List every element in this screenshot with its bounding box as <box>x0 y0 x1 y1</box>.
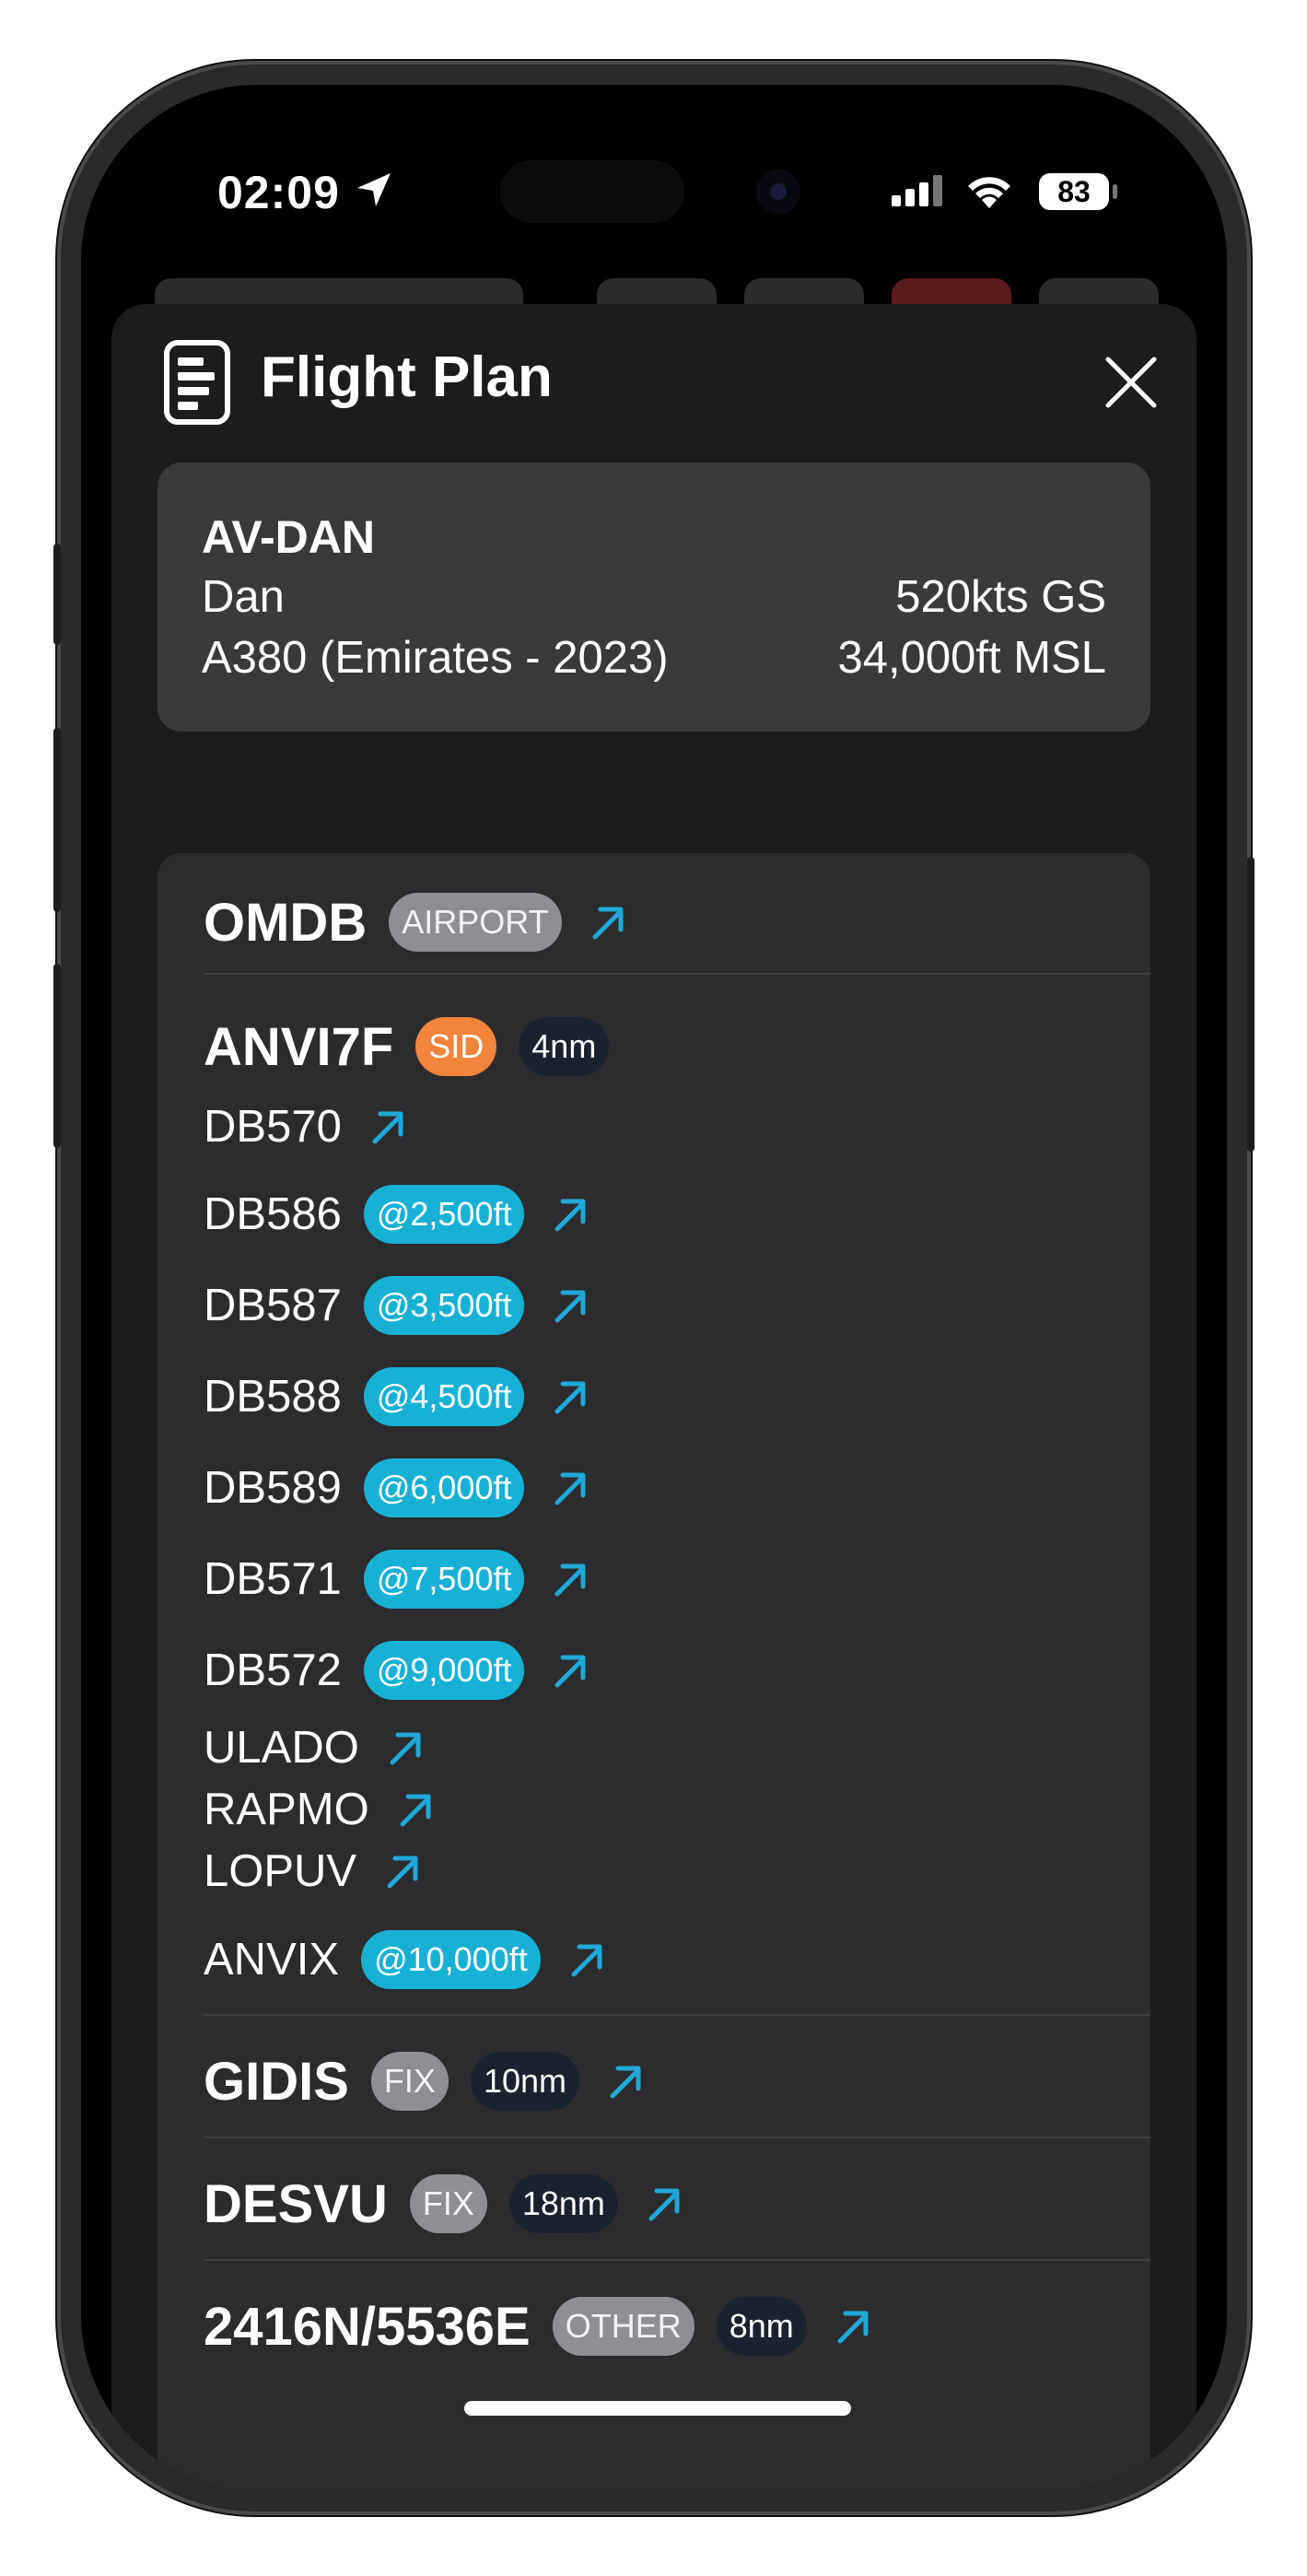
home-indicator[interactable] <box>464 2401 851 2416</box>
waypoint-row: DB588 @4,500ft <box>204 1360 590 1434</box>
route-item-fix: 2416N/5536E OTHER 8nm <box>204 2289 873 2363</box>
ground-speed: 520kts GS <box>895 572 1106 622</box>
waypoint-name: DB587 <box>204 1281 342 1330</box>
arrow-up-right-icon[interactable] <box>550 1376 590 1417</box>
cellular-signal-icon <box>892 175 942 206</box>
altitude-badge: @2,500ft <box>363 1185 525 1244</box>
altitude-badge: @3,500ft <box>363 1276 525 1335</box>
distance-badge: 4nm <box>519 1017 610 1076</box>
waypoint-row: DB589 @6,000ft <box>204 1451 590 1525</box>
waypoint-row: LOPUV <box>204 1834 423 1908</box>
sid-badge: SID <box>415 1017 497 1076</box>
waypoint-name: OMDB <box>204 892 368 953</box>
distance-badge: 10nm <box>470 2052 579 2111</box>
waypoint-row: DB572 @9,000ft <box>204 1633 590 1707</box>
dynamic-island <box>500 160 684 223</box>
type-badge: OTHER <box>552 2297 694 2356</box>
waypoint-row: ANVIX @10,000ft <box>204 1923 607 1996</box>
sheet-header: Flight Plan <box>111 304 1196 442</box>
divider <box>204 2259 1150 2261</box>
fix-name: GIDIS <box>204 2051 349 2112</box>
waypoint-name: DB570 <box>204 1102 342 1152</box>
arrow-up-right-icon[interactable] <box>385 1727 426 1768</box>
aircraft-row-1: Dan 520kts GS <box>202 571 1106 623</box>
status-bar: 02:09 83 <box>81 85 1227 297</box>
waypoint-name: ANVIX <box>204 1935 340 1985</box>
type-badge: FIX <box>409 2174 487 2233</box>
cruise-altitude: 34,000ft MSL <box>837 633 1106 683</box>
pilot-name: Dan <box>202 572 285 622</box>
arrow-up-right-icon[interactable] <box>550 1285 590 1326</box>
fix-name: 2416N/5536E <box>204 2296 531 2357</box>
altitude-badge: @6,000ft <box>363 1458 525 1517</box>
arrow-up-right-icon[interactable] <box>550 1559 590 1599</box>
arrow-up-right-icon[interactable] <box>550 1194 590 1235</box>
distance-badge: 8nm <box>716 2297 807 2356</box>
battery-indicator: 83 <box>1039 173 1109 210</box>
route-list: OMDB AIRPORT ANVI7F SID 4nm DB570 DB586 … <box>158 853 1150 2491</box>
waypoint-name: DB588 <box>204 1372 342 1422</box>
aircraft-registration: AV-DAN <box>202 511 375 563</box>
waypoint-row: DB570 <box>204 1090 408 1164</box>
waypoint-name: DB571 <box>204 1554 342 1604</box>
arrow-up-right-icon[interactable] <box>368 1107 408 1147</box>
aircraft-type: A380 (Emirates - 2023) <box>202 633 669 683</box>
route-item-procedure: ANVI7F SID 4nm <box>204 1010 610 1083</box>
divider <box>204 2137 1150 2138</box>
front-camera <box>756 170 800 214</box>
arrow-up-right-icon[interactable] <box>382 1851 423 1891</box>
close-button[interactable] <box>1101 352 1161 413</box>
document-icon <box>164 340 230 425</box>
action-button <box>53 544 61 645</box>
battery-tip <box>1113 184 1117 199</box>
route-item-departure: OMDB AIRPORT <box>204 885 628 959</box>
screen: 02:09 83 Flight Plan AV-DAN Dan 520kts G… <box>81 85 1227 2491</box>
wifi-icon <box>968 177 1010 208</box>
volume-up-button <box>53 728 61 912</box>
arrow-up-right-icon[interactable] <box>550 1650 590 1691</box>
waypoint-row: DB586 @2,500ft <box>204 1177 590 1251</box>
waypoint-name: DB589 <box>204 1463 342 1513</box>
waypoint-row: DB587 @3,500ft <box>204 1269 590 1342</box>
waypoint-name: DB572 <box>204 1645 342 1695</box>
altitude-badge: @10,000ft <box>361 1930 541 1989</box>
arrow-up-right-icon[interactable] <box>605 2061 646 2102</box>
arrow-up-right-icon[interactable] <box>833 2306 873 2347</box>
altitude-badge: @4,500ft <box>363 1367 525 1426</box>
waypoint-row: DB571 @7,500ft <box>204 1542 590 1616</box>
waypoint-name: LOPUV <box>204 1846 357 1896</box>
procedure-name: ANVI7F <box>204 1016 394 1077</box>
aircraft-row-2: A380 (Emirates - 2023) 34,000ft MSL <box>202 632 1106 684</box>
waypoint-name: RAPMO <box>204 1785 369 1834</box>
route-item-fix: DESVU FIX 18nm <box>204 2167 684 2241</box>
type-badge: FIX <box>370 2052 449 2111</box>
volume-down-button <box>53 964 61 1148</box>
waypoint-name: DB586 <box>204 1189 342 1239</box>
type-badge: AIRPORT <box>389 893 562 952</box>
power-button <box>1247 857 1254 1152</box>
arrow-up-right-icon[interactable] <box>550 1468 590 1508</box>
route-item-fix: GIDIS FIX 10nm <box>204 2044 646 2118</box>
waypoint-name: ULADO <box>204 1723 359 1773</box>
altitude-badge: @7,500ft <box>363 1550 525 1609</box>
location-arrow-icon <box>357 173 391 206</box>
arrow-up-right-icon[interactable] <box>395 1789 436 1830</box>
aircraft-info-card: AV-DAN Dan 520kts GS A380 (Emirates - 20… <box>158 463 1150 732</box>
arrow-up-right-icon[interactable] <box>588 902 628 943</box>
divider <box>204 973 1150 975</box>
divider <box>204 2014 1150 2016</box>
flight-plan-sheet: Flight Plan AV-DAN Dan 520kts GS A380 (E… <box>111 304 1196 2491</box>
fix-name: DESVU <box>204 2173 388 2234</box>
status-time: 02:09 <box>217 167 340 218</box>
arrow-up-right-icon[interactable] <box>644 2184 684 2224</box>
close-icon <box>1105 357 1157 408</box>
sheet-title: Flight Plan <box>261 345 553 409</box>
arrow-up-right-icon[interactable] <box>566 1939 607 1980</box>
altitude-badge: @9,000ft <box>363 1641 525 1700</box>
distance-badge: 18nm <box>508 2174 618 2233</box>
